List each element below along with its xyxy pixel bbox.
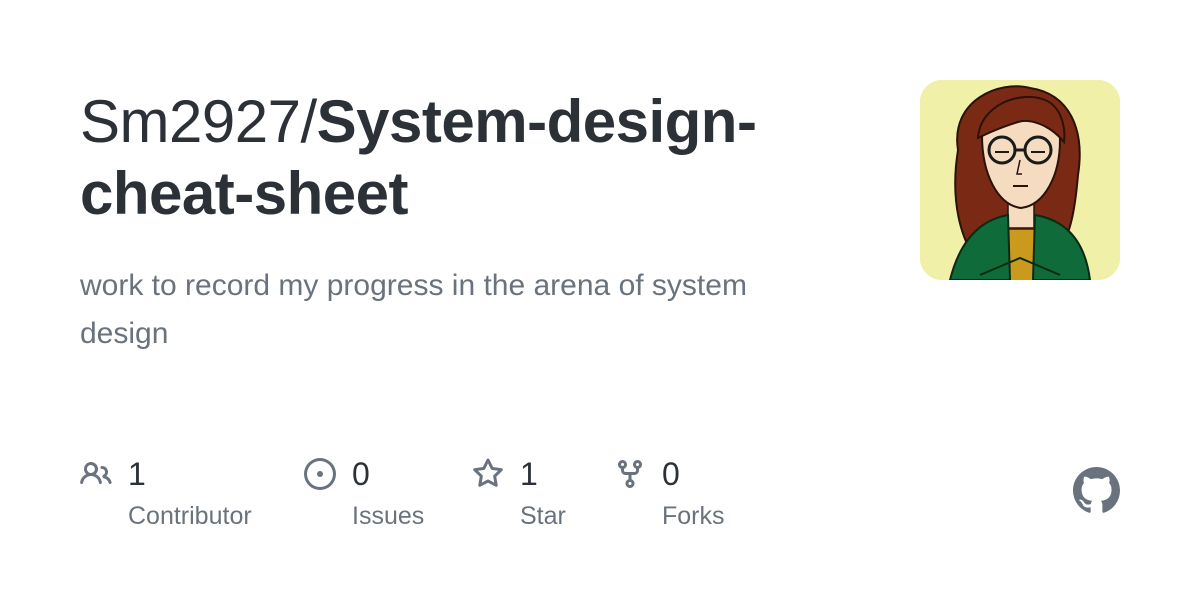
stat-forks[interactable]: 0 Forks <box>614 454 754 544</box>
issue-opened-icon <box>304 458 336 490</box>
repo-forked-icon <box>618 460 642 489</box>
forks-label: Forks <box>662 502 725 530</box>
repo-description: work to record my progress in the arena … <box>80 269 747 350</box>
avatar-illustration <box>920 80 1120 280</box>
stat-contributors[interactable]: 1 Contributor <box>80 454 280 544</box>
contributors-count: 1 <box>128 456 146 492</box>
people-icon <box>80 461 112 485</box>
stars-label: Star <box>520 502 566 530</box>
stat-issues[interactable]: 0 Issues <box>304 454 454 544</box>
owner-avatar[interactable] <box>920 80 1120 280</box>
forks-count: 0 <box>662 456 680 492</box>
issues-count: 0 <box>352 456 370 492</box>
repo-title[interactable]: Sm2927/System-design-cheat-sheet <box>80 86 870 230</box>
repo-owner[interactable]: Sm2927/ <box>80 88 317 155</box>
contributors-label: Contributor <box>128 502 252 530</box>
issues-label: Issues <box>352 502 425 530</box>
github-logo-icon[interactable] <box>1073 467 1120 514</box>
repo-social-card: Sm2927/System-design-cheat-sheet work to… <box>0 0 1200 600</box>
stat-stars[interactable]: 1 Star <box>472 454 592 544</box>
star-icon <box>473 458 503 487</box>
stars-count: 1 <box>520 456 538 492</box>
